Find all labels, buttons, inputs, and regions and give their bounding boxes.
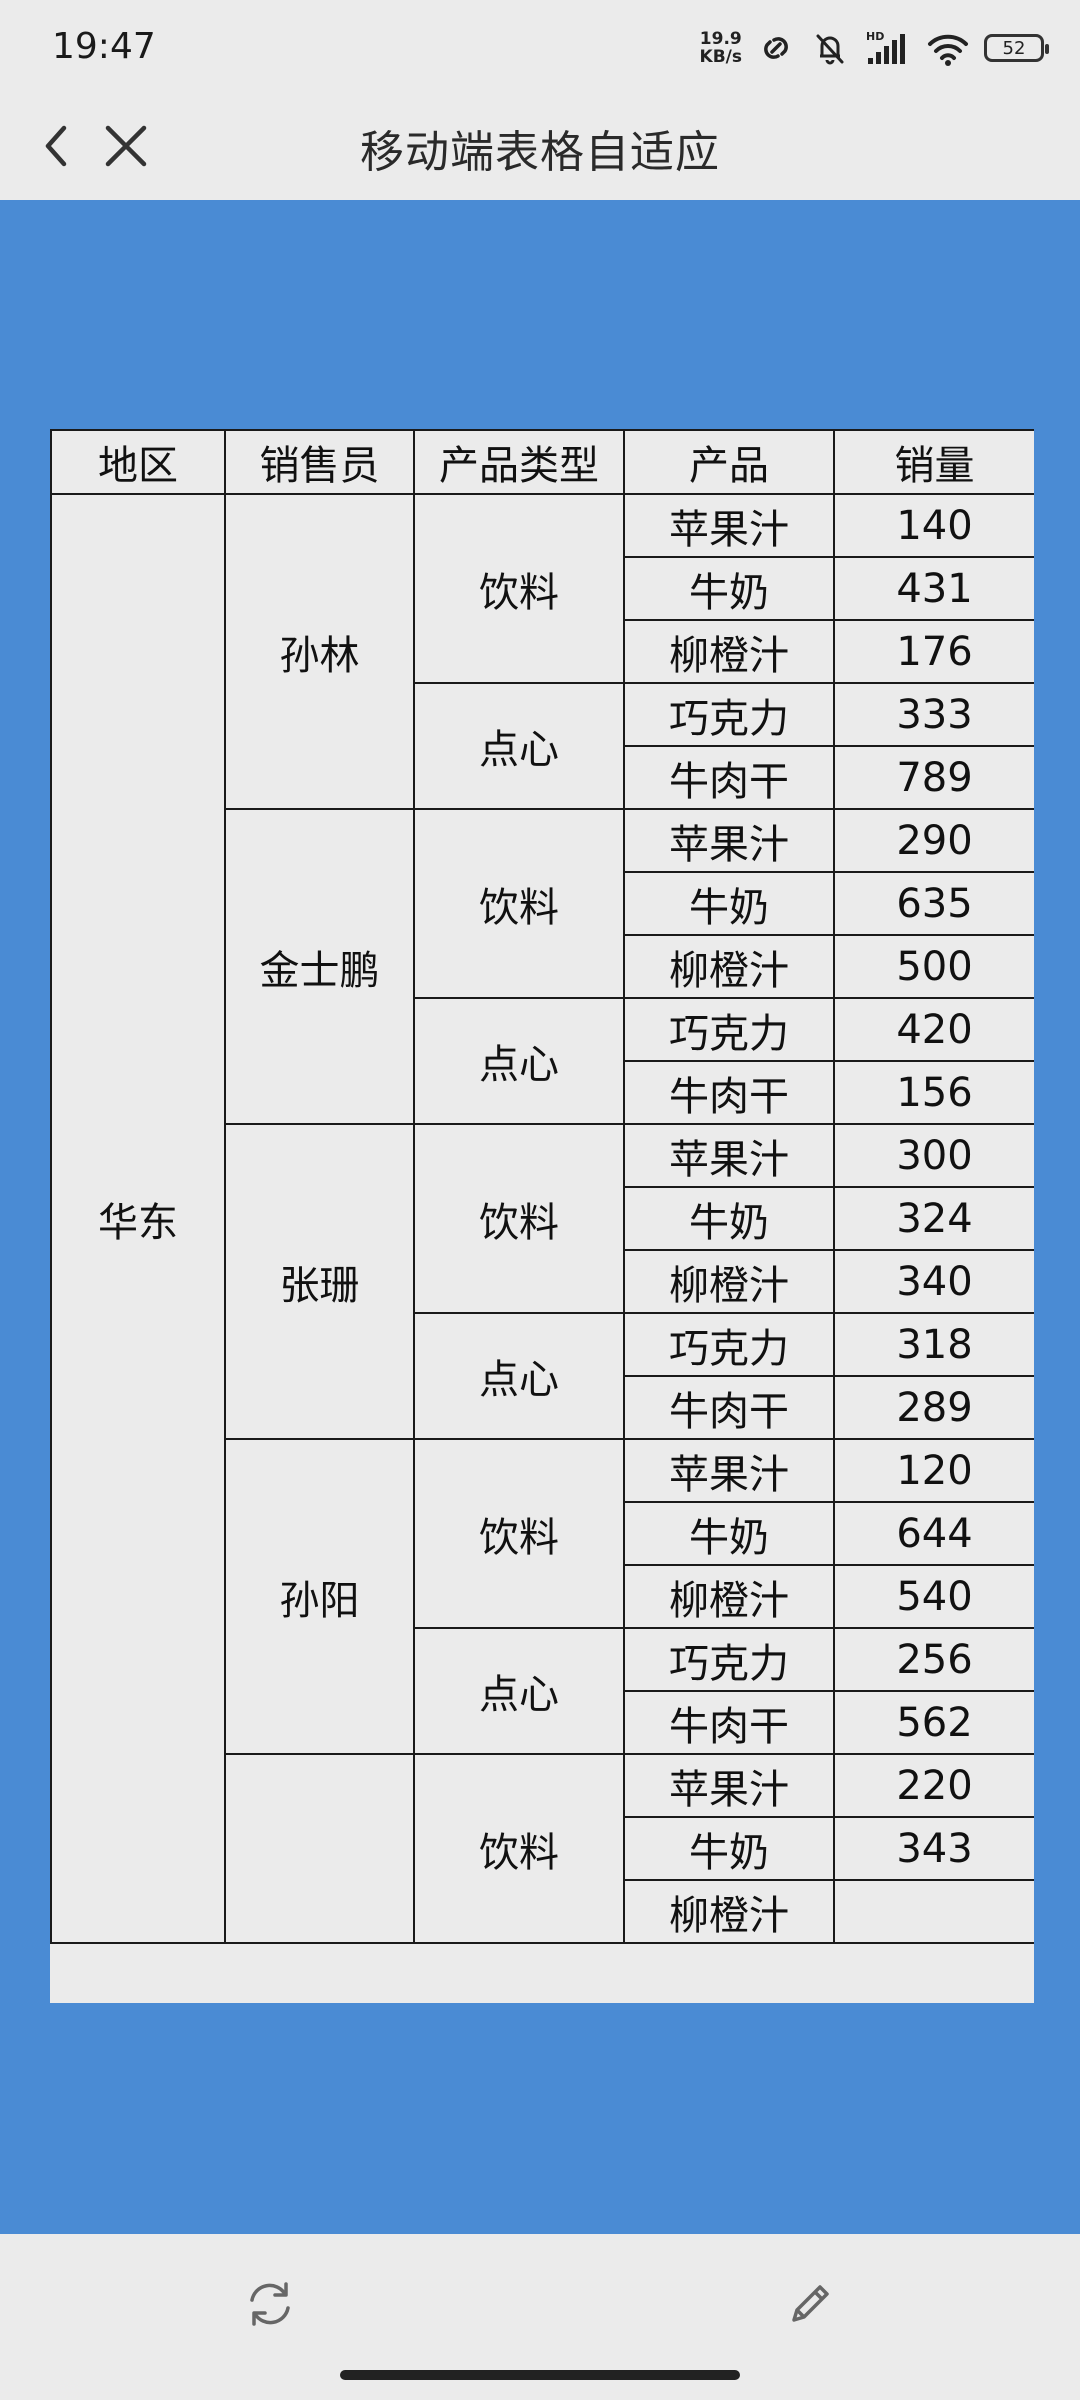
pencil-icon[interactable] [780,2274,840,2334]
product-cell: 巧克力 [623,682,835,747]
salesperson-cell: 张珊 [224,1123,415,1440]
link-icon [764,37,788,59]
product-cell: 柳橙汁 [623,1879,835,1944]
status-bar: 19:47 19.9 KB/s HD 52 [0,0,1080,92]
product-type-cell: 饮料 [413,1438,625,1629]
product-type-cell: 饮料 [413,1753,625,1944]
quantity-cell: 644 [833,1501,1034,1566]
battery-icon: 52 [984,34,1049,62]
status-icons: 19.9 KB/s HD 52 [700,20,1049,76]
quantity-cell: 140 [833,493,1034,558]
product-cell: 牛肉干 [623,1690,835,1755]
network-speed: 19.9 KB/s [700,30,742,66]
quantity-cell: 431 [833,556,1034,621]
quantity-cell: 540 [833,1564,1034,1629]
product-cell: 苹果汁 [623,808,835,873]
product-cell: 牛奶 [623,1816,835,1881]
product-cell: 巧克力 [623,1627,835,1692]
network-speed-value: 19.9 [699,29,742,49]
product-cell: 牛奶 [623,1501,835,1566]
nav-bar: 移动端表格自适应 [0,92,1080,200]
salesperson-cell: 孙林 [224,493,415,810]
hd-signal-icon: HD [866,30,905,64]
quantity-cell: 333 [833,682,1034,747]
product-cell: 牛肉干 [623,745,835,810]
report-content: 地区 销售员 产品类型 产品 销量 华东 孙林 饮料 苹果汁 140 牛奶 431 柳橙汁 17… [0,200,1080,2234]
product-type-cell: 点心 [413,1627,625,1755]
product-cell: 柳橙汁 [623,1564,835,1629]
mute-bell-icon [816,34,844,65]
header-salesperson: 销售员 [224,429,415,495]
quantity-cell: 340 [833,1249,1034,1314]
quantity-cell: 635 [833,871,1034,936]
quantity-cell: 343 [833,1816,1034,1881]
product-cell: 巧克力 [623,997,835,1062]
product-cell: 牛肉干 [623,1060,835,1125]
quantity-cell: 256 [833,1627,1034,1692]
product-type-cell: 饮料 [413,493,625,684]
quantity-cell [833,1879,1034,1944]
status-time: 19:47 [52,26,156,67]
product-cell: 牛奶 [623,871,835,936]
quantity-cell: 220 [833,1753,1034,1818]
quantity-cell: 420 [833,997,1034,1062]
product-type-cell: 点心 [413,1312,625,1440]
page-title: 移动端表格自适应 [360,127,720,178]
quantity-cell: 318 [833,1312,1034,1377]
table-viewport[interactable]: 地区 销售员 产品类型 产品 销量 华东 孙林 饮料 苹果汁 140 牛奶 431 柳橙汁 17… [50,429,1034,2003]
product-cell: 柳橙汁 [623,934,835,999]
product-type-cell: 饮料 [413,1123,625,1314]
quantity-cell: 562 [833,1690,1034,1755]
table-row: 华东 孙林 饮料 苹果汁 140 [50,493,1034,1944]
table-header-row: 地区 销售员 产品类型 产品 销量 [50,429,1034,495]
product-cell: 牛奶 [623,556,835,621]
header-region: 地区 [50,429,226,495]
network-speed-unit: KB/s [699,47,742,67]
quantity-cell: 289 [833,1375,1034,1440]
product-cell: 苹果汁 [623,1438,835,1503]
region-cell: 华东 [50,493,226,1944]
quantity-cell: 500 [833,934,1034,999]
product-cell: 牛奶 [623,1186,835,1251]
refresh-icon[interactable] [240,2274,300,2334]
product-cell: 巧克力 [623,1312,835,1377]
product-type-cell: 点心 [413,997,625,1125]
quantity-cell: 789 [833,745,1034,810]
quantity-cell: 324 [833,1186,1034,1251]
quantity-cell: 300 [833,1123,1034,1188]
wifi-icon [928,34,968,66]
product-cell: 柳橙汁 [623,1249,835,1314]
quantity-cell: 156 [833,1060,1034,1125]
product-cell: 柳橙汁 [623,619,835,684]
header-product: 产品 [623,429,835,495]
salesperson-cell: 金士鹏 [224,808,415,1125]
product-cell: 苹果汁 [623,1123,835,1188]
product-type-cell: 点心 [413,682,625,810]
sales-table: 地区 销售员 产品类型 产品 销量 华东 孙林 饮料 苹果汁 140 牛奶 431 柳橙汁 17… [50,429,1034,1944]
product-type-cell: 饮料 [413,808,625,999]
quantity-cell: 290 [833,808,1034,873]
quantity-cell: 176 [833,619,1034,684]
product-cell: 苹果汁 [623,1753,835,1818]
header-product-type: 产品类型 [413,429,625,495]
svg-text:HD: HD [866,30,884,43]
salesperson-cell [224,1753,415,1944]
battery-level: 52 [1002,37,1026,59]
table-body: 华东 孙林 饮料 苹果汁 140 牛奶 431 柳橙汁 176 点心 巧克力 333 牛肉干 789 金士鹏… [50,493,1034,1944]
home-indicator [340,2370,740,2380]
header-quantity: 销量 [833,429,1034,495]
salesperson-cell: 孙阳 [224,1438,415,1755]
product-cell: 牛肉干 [623,1375,835,1440]
quantity-cell: 120 [833,1438,1034,1503]
product-cell: 苹果汁 [623,493,835,558]
